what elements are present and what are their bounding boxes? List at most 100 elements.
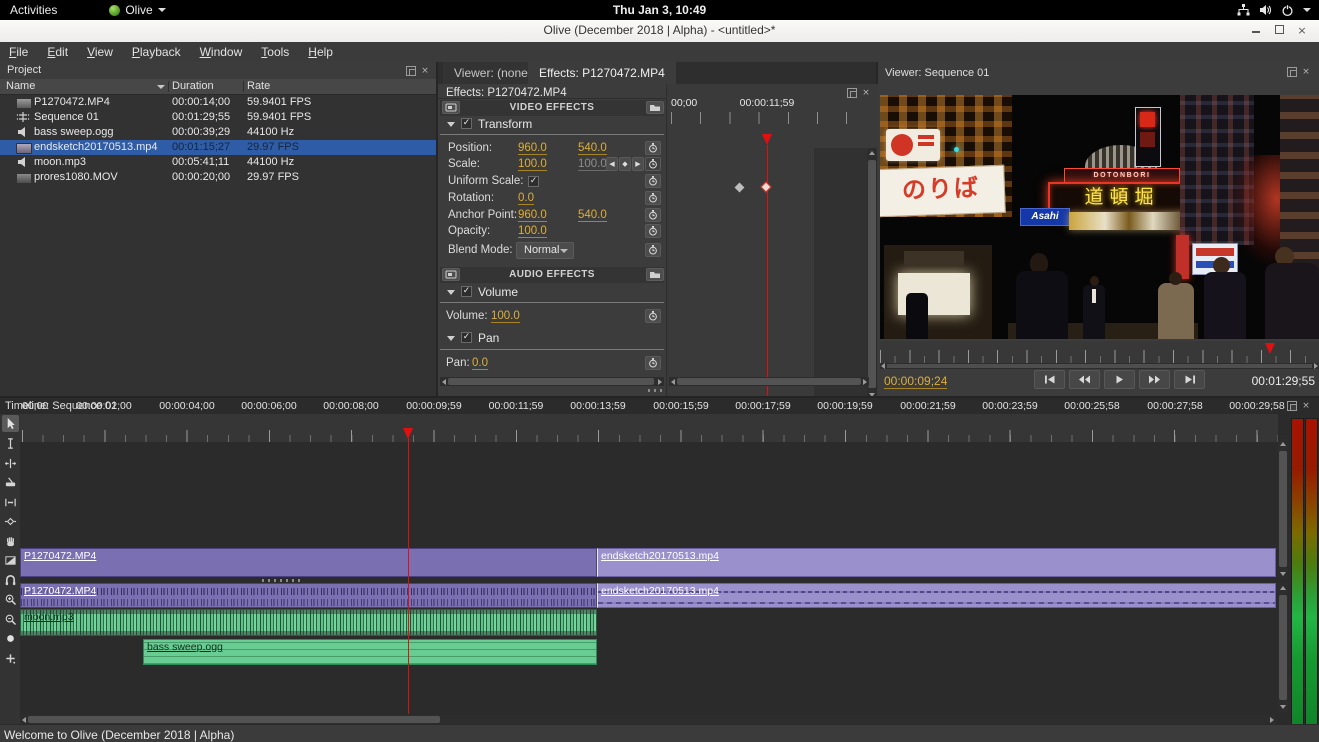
uniform-scale-keyframe-clock-icon[interactable] <box>645 174 661 188</box>
volume-keyframe-clock-icon[interactable] <box>645 309 661 323</box>
keyframe-playhead-icon[interactable] <box>762 134 772 145</box>
position-y-value[interactable]: 540.0 <box>578 142 607 155</box>
undock-panel-icon[interactable] <box>1287 67 1297 77</box>
project-item-bass-sweep[interactable]: bass sweep.ogg 00:00:39;29 44100 Hz <box>0 125 436 140</box>
volume-section-title[interactable]: Volume <box>478 285 518 299</box>
volume-value[interactable]: 100.0 <box>491 310 520 323</box>
zoom-out-tool-button[interactable] <box>2 611 19 628</box>
menu-view[interactable]: View <box>87 45 113 59</box>
gnome-clock[interactable]: Thu Jan 3, 10:49 <box>0 3 1319 17</box>
collapse-pan-icon[interactable] <box>447 336 455 341</box>
snapping-tool-button[interactable] <box>2 571 19 588</box>
keyframe-horizontal-scrollbar[interactable] <box>669 377 869 386</box>
prev-keyframe-icon[interactable]: ◀ <box>606 157 618 171</box>
edit-tool-button[interactable] <box>2 435 19 452</box>
pan-keyframe-clock-icon[interactable] <box>645 356 661 370</box>
go-to-end-button[interactable] <box>1174 370 1205 389</box>
transform-section-title[interactable]: Transform <box>478 117 532 131</box>
collapse-volume-icon[interactable] <box>447 290 455 295</box>
timeline-horizontal-scrollbar[interactable] <box>20 715 1276 724</box>
volume-enabled-checkbox[interactable]: ✓ <box>461 286 472 297</box>
track-splitter[interactable] <box>262 579 300 582</box>
collapse-transform-icon[interactable] <box>447 122 455 127</box>
effects-horizontal-scrollbar[interactable] <box>440 377 664 386</box>
play-button[interactable] <box>1104 370 1135 389</box>
close-panel-icon[interactable]: × <box>861 88 871 98</box>
undock-panel-icon[interactable] <box>847 88 857 98</box>
timeline-clip-audio[interactable]: endsketch20170513.mp4 <box>597 583 1276 608</box>
position-x-value[interactable]: 960.0 <box>518 142 547 155</box>
blend-keyframe-clock-icon[interactable] <box>645 243 661 257</box>
project-item-sequence01[interactable]: Sequence 01 00:01:29;55 59.9401 FPS <box>0 110 436 125</box>
slip-tool-button[interactable] <box>2 494 19 511</box>
close-panel-icon[interactable]: × <box>1301 401 1311 411</box>
opacity-keyframe-clock-icon[interactable] <box>645 224 661 238</box>
keyframe-ruler[interactable] <box>667 110 867 124</box>
project-item-prores[interactable]: prores1080.MOV 00:00:20;00 29.97 FPS <box>0 170 436 185</box>
menu-playback[interactable]: Playback <box>132 45 181 59</box>
column-rate[interactable]: Rate <box>247 80 270 92</box>
maximize-button[interactable] <box>1272 24 1286 38</box>
tab-effects[interactable]: Effects: P1270472.MP4 <box>528 62 676 84</box>
next-frame-button[interactable] <box>1139 370 1170 389</box>
load-effect-button[interactable] <box>646 101 664 114</box>
project-item-p1270472[interactable]: P1270472.MP4 00:00:14;00 59.9401 FPS <box>0 95 436 110</box>
toggle-keyframe-icon[interactable]: ◆ <box>619 157 631 171</box>
timeline-clip-video[interactable]: P1270472.MP4 <box>20 548 597 577</box>
column-name[interactable]: Name <box>6 80 35 92</box>
menu-tools[interactable]: Tools <box>261 45 289 59</box>
menu-help[interactable]: Help <box>308 45 333 59</box>
viewer-current-timecode[interactable]: 00:00:09;24 <box>884 374 948 389</box>
timeline-clip-audio-moon[interactable]: moon.mp3 <box>20 609 597 636</box>
menu-file[interactable]: File <box>9 45 28 59</box>
record-button[interactable] <box>2 630 19 647</box>
pan-enabled-checkbox[interactable]: ✓ <box>461 332 472 343</box>
audio-effects-menu-button[interactable] <box>442 268 460 281</box>
project-table-header[interactable]: Name Duration Rate <box>0 79 436 95</box>
timeline-ruler[interactable] <box>20 414 1278 442</box>
project-item-endsketch-selected[interactable]: endsketch20170513.mp4 00:01:15;27 29.97 … <box>0 140 436 155</box>
pan-section-title[interactable]: Pan <box>478 331 499 345</box>
project-item-moon[interactable]: moon.mp3 00:05:41;11 44100 Hz <box>0 155 436 170</box>
position-keyframe-clock-icon[interactable] <box>645 141 661 155</box>
viewer-horizontal-scrollbar[interactable] <box>880 363 1319 369</box>
close-panel-icon[interactable]: × <box>1301 67 1311 77</box>
keyframe-vertical-scrollbar[interactable] <box>867 148 877 400</box>
resize-grip[interactable] <box>648 389 666 392</box>
add-button[interactable] <box>2 650 19 667</box>
go-to-start-button[interactable] <box>1034 370 1065 389</box>
previous-frame-button[interactable] <box>1069 370 1100 389</box>
timeline-clip-video[interactable]: endsketch20170513.mp4 <box>597 548 1276 577</box>
next-keyframe-icon[interactable]: ▶ <box>632 157 644 171</box>
rotation-value[interactable]: 0.0 <box>518 192 534 205</box>
keyframe-diamond-icon[interactable] <box>734 182 745 193</box>
rotation-keyframe-clock-icon[interactable] <box>645 191 661 205</box>
pan-value[interactable]: 0.0 <box>472 357 488 370</box>
razor-tool-button[interactable] <box>2 474 19 491</box>
close-button[interactable]: × <box>1295 24 1309 38</box>
scale-x-value[interactable]: 100.0 <box>518 158 547 171</box>
hand-tool-button[interactable] <box>2 533 19 550</box>
pointer-tool-button[interactable] <box>2 415 19 432</box>
effects-menu-button[interactable] <box>442 101 460 114</box>
opacity-value[interactable]: 100.0 <box>518 225 547 238</box>
viewer-ruler[interactable] <box>880 341 1319 363</box>
slide-tool-button[interactable] <box>2 513 19 530</box>
anchor-y-value[interactable]: 540.0 <box>578 209 607 222</box>
volume-icon[interactable] <box>1259 4 1272 16</box>
undock-panel-icon[interactable] <box>1287 401 1297 411</box>
ripple-tool-button[interactable] <box>2 455 19 472</box>
network-icon[interactable] <box>1237 4 1250 16</box>
menu-edit[interactable]: Edit <box>47 45 68 59</box>
uniform-scale-checkbox[interactable]: ✓ <box>528 176 539 187</box>
timeline-clip-audio-bass[interactable]: bass sweep.ogg <box>143 639 597 665</box>
video-frame[interactable]: のりば DOTONBORI 道頓堀 Asahi <box>880 95 1319 339</box>
video-tracks-scrollbar[interactable] <box>1278 439 1288 579</box>
transform-enabled-checkbox[interactable]: ✓ <box>461 118 472 129</box>
scale-y-value[interactable]: 100.0 <box>578 158 607 171</box>
load-audio-effect-button[interactable] <box>646 268 664 281</box>
power-icon[interactable] <box>1281 4 1294 17</box>
timeline-clip-audio[interactable]: P1270472.MP4 <box>20 583 597 608</box>
system-menu-caret-icon[interactable] <box>1303 8 1311 12</box>
audio-tracks-scrollbar[interactable] <box>1278 583 1288 712</box>
